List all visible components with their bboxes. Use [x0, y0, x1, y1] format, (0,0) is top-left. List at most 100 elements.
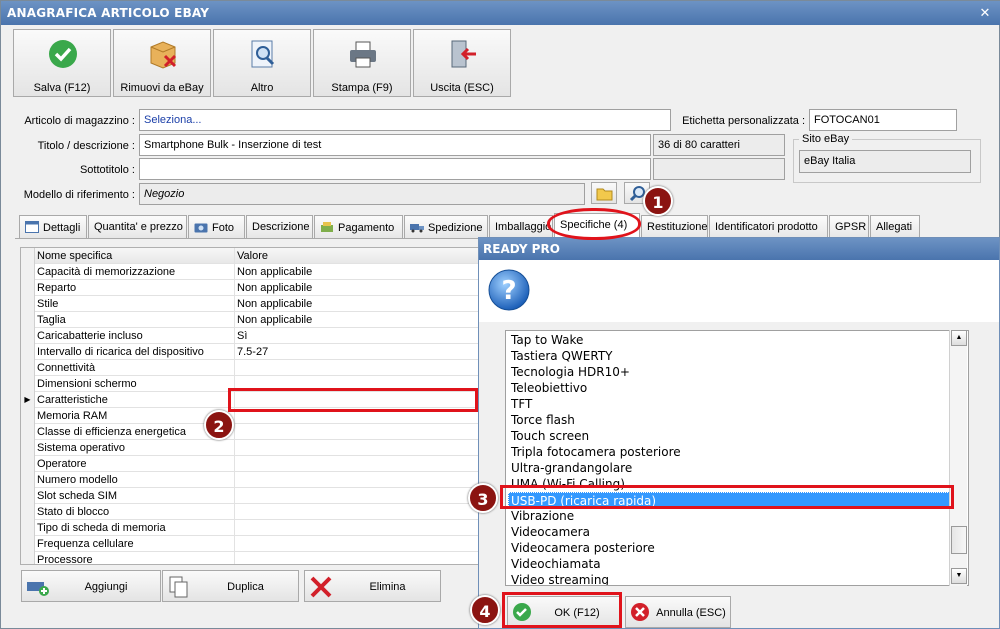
table-row[interactable]: Slot scheda SIM	[21, 488, 479, 504]
tab-foto[interactable]: Foto	[188, 215, 245, 238]
duplicate-button-label: Duplica	[227, 581, 264, 593]
table-row[interactable]: Numero modello	[21, 472, 479, 488]
tab-spedizione-label: Spedizione	[428, 222, 483, 234]
camera-icon	[194, 223, 208, 233]
row-indicator	[21, 376, 35, 392]
delete-x-icon	[310, 576, 332, 598]
table-row[interactable]: Frequenza cellulare	[21, 536, 479, 552]
sottotitolo-input[interactable]	[139, 158, 651, 180]
details-icon	[25, 221, 39, 233]
list-item[interactable]: Tastiera QWERTY	[509, 348, 949, 364]
list-item[interactable]: Vibrazione	[509, 508, 949, 524]
remove-from-ebay-button[interactable]: Rimuovi da eBay	[113, 29, 211, 97]
table-row[interactable]: Capacità di memorizzazione Non applicabil…	[21, 264, 479, 280]
table-row[interactable]: Processore	[21, 552, 479, 564]
window-title: ANAGRAFICA ARTICOLO EBAY	[1, 1, 1000, 25]
table-row[interactable]: Sistema operativo	[21, 440, 479, 456]
spec-value-cell[interactable]: Non applicabile	[237, 266, 312, 278]
table-row[interactable]: Classe di efficienza energetica	[21, 424, 479, 440]
dialog-header: ?	[479, 260, 999, 322]
articolo-input[interactable]: Seleziona...	[139, 109, 671, 131]
printer-icon	[350, 41, 376, 68]
etichetta-input[interactable]: FOTOCAN01	[809, 109, 957, 131]
row-indicator	[21, 456, 35, 472]
tab-restituzione[interactable]: Restituzione	[641, 215, 708, 238]
tab-quantita-prezzo[interactable]: Quantita' e prezzo	[88, 215, 187, 238]
table-row[interactable]: Reparto Non applicabile	[21, 280, 479, 296]
list-item[interactable]: Teleobiettivo	[509, 380, 949, 396]
save-button[interactable]: Salva (F12)	[13, 29, 111, 97]
browse-folder-button[interactable]	[591, 182, 617, 204]
list-item[interactable]: Videochiamata	[509, 556, 949, 572]
remove-box-icon	[150, 41, 177, 69]
list-item[interactable]: TFT	[509, 396, 949, 412]
table-row[interactable]: Taglia Non applicabile	[21, 312, 479, 328]
tab-gpsr[interactable]: GPSR	[829, 215, 869, 238]
table-row[interactable]: Connettività	[21, 360, 479, 376]
add-button[interactable]: Aggiungi	[21, 570, 161, 602]
listbox-scrollbar[interactable]: ▲ ▼	[949, 330, 967, 586]
list-item[interactable]: Touch screen	[509, 428, 949, 444]
add-button-label: Aggiungi	[84, 581, 128, 593]
list-item[interactable]: Video streaming	[509, 572, 949, 585]
tab-spedizione[interactable]: Spedizione	[404, 215, 488, 238]
grid-header: Nome specifica Valore	[21, 248, 479, 264]
list-item[interactable]: Tap to Wake	[509, 332, 949, 348]
list-item[interactable]: Tripla fotocamera posteriore	[509, 444, 949, 460]
spec-value-cell[interactable]: Sì	[237, 330, 247, 342]
table-row[interactable]: Stato di blocco	[21, 504, 479, 520]
list-item[interactable]: Videocamera posteriore	[509, 540, 949, 556]
spec-value-cell[interactable]: Non applicabile	[237, 314, 312, 326]
list-item[interactable]: Ultra-grandangolare	[509, 460, 949, 476]
document-search-icon	[251, 40, 275, 68]
tab-pagamento[interactable]: Pagamento	[314, 215, 403, 238]
table-row[interactable]: Operatore	[21, 456, 479, 472]
tab-descrizione[interactable]: Descrizione	[246, 215, 313, 238]
other-button[interactable]: Altro	[213, 29, 311, 97]
tab-dettagli[interactable]: Dettagli	[19, 215, 87, 238]
list-item[interactable]: Videocamera	[509, 524, 949, 540]
print-button[interactable]: Stampa (F9)	[313, 29, 411, 97]
scroll-thumb[interactable]	[951, 526, 967, 554]
table-row[interactable]: Intervallo di ricarica del dispositivo 7.…	[21, 344, 479, 360]
spec-value-cell[interactable]: Non applicabile	[237, 282, 312, 294]
close-icon[interactable]: ✕	[977, 5, 993, 20]
list-item[interactable]: Torce flash	[509, 412, 949, 428]
duplicate-button[interactable]: Duplica	[162, 570, 299, 602]
cancel-button[interactable]: Annulla (ESC)	[625, 596, 731, 628]
spec-value-cell[interactable]: 7.5-27	[237, 346, 268, 358]
spec-name-cell: Dimensioni schermo	[37, 378, 137, 390]
spec-name-cell: Stato di blocco	[37, 506, 110, 518]
scroll-down-icon[interactable]: ▼	[951, 568, 967, 584]
tab-descrizione-label: Descrizione	[252, 221, 310, 233]
cancel-x-icon	[631, 603, 649, 621]
tab-identificatori[interactable]: Identificatori prodotto	[709, 215, 828, 238]
row-indicator	[21, 280, 35, 296]
tab-dettagli-label: Dettagli	[43, 222, 81, 234]
options-listbox[interactable]: Tap to Wake Tastiera QWERTY Tecnologia HDR…	[505, 330, 969, 586]
table-row[interactable]: Caricabatterie incluso Sì	[21, 328, 479, 344]
titolo-input[interactable]: Smartphone Bulk - Inserzione di test	[139, 134, 651, 156]
badge-2: 2	[204, 410, 234, 440]
delete-button[interactable]: Elimina	[304, 570, 441, 602]
header-nome[interactable]: Nome specifica	[37, 250, 233, 262]
tab-allegati[interactable]: Allegati	[870, 215, 920, 238]
spec-name-cell: Numero modello	[37, 474, 118, 486]
scroll-up-icon[interactable]: ▲	[951, 330, 967, 346]
delete-button-label: Elimina	[369, 581, 406, 593]
modello-input[interactable]: Negozio	[139, 183, 585, 205]
table-row[interactable]: Tipo di scheda di memoria	[21, 520, 479, 536]
print-button-label: Stampa (F9)	[331, 82, 393, 94]
sottotitolo-label: Sottotitolo :	[79, 164, 135, 176]
list-item[interactable]: Tecnologia HDR10+	[509, 364, 949, 380]
table-row[interactable]: Stile Non applicabile	[21, 296, 479, 312]
header-valore[interactable]: Valore	[237, 250, 268, 262]
sito-ebay-select[interactable]: eBay Italia	[799, 150, 971, 173]
row-indicator: ▶	[21, 392, 35, 408]
tab-imballaggio[interactable]: Imballaggio	[489, 215, 553, 238]
articolo-label: Articolo di magazzino :	[24, 115, 135, 127]
badge-3: 3	[468, 483, 498, 513]
spec-value-cell[interactable]: Non applicabile	[237, 298, 312, 310]
exit-button[interactable]: Uscita (ESC)	[413, 29, 511, 97]
row-indicator	[21, 264, 35, 280]
